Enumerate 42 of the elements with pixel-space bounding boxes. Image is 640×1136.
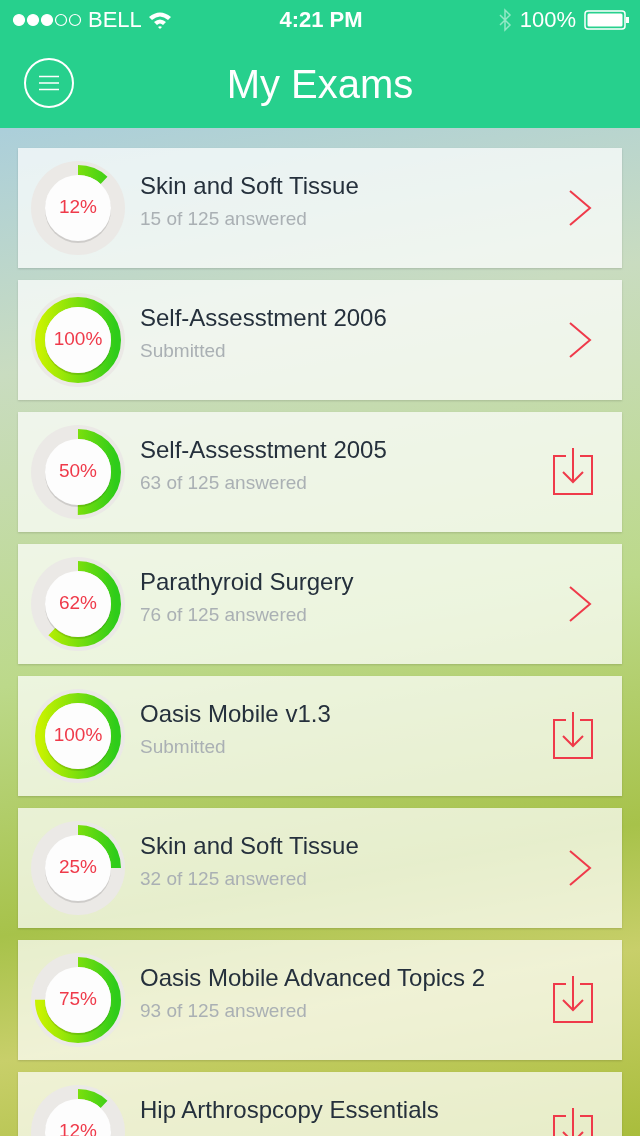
menu-button[interactable] [24, 58, 74, 108]
exam-card[interactable]: 25% Skin and Soft Tissue 32 of 125 answered [18, 808, 622, 928]
signal-icon [12, 13, 82, 27]
download-icon[interactable] [552, 712, 594, 760]
progress-percent: 50% [58, 460, 98, 482]
exam-title: Hip Arthrospcopy Essentials [140, 1096, 440, 1124]
exam-title: Skin and Soft Tissue [140, 832, 360, 860]
carrier-name: BELL [88, 7, 142, 33]
page-title: My Exams [226, 61, 414, 107]
exam-status: 76 of 125 answered [140, 604, 308, 626]
battery-percent: 100% [519, 7, 576, 33]
exam-title: Parathyroid Surgery [140, 568, 355, 596]
exam-card[interactable]: 75% Oasis Mobile Advanced Topics 2 93 of 125 answered [18, 940, 622, 1060]
exam-title: Skin and Soft Tissue [140, 172, 360, 200]
progress-percent: 100% [52, 328, 104, 350]
progress-percent: 62% [58, 592, 98, 614]
progress-percent: 75% [58, 988, 98, 1010]
exam-status: Submitted [140, 736, 227, 758]
menu-icon [38, 75, 60, 91]
exam-card[interactable]: 100% Self-Assesstment 2006 Submitted [18, 280, 622, 400]
exam-title: Self-Assesstment 2005 [140, 436, 388, 464]
exam-title: Oasis Mobile Advanced Topics 2 [140, 964, 487, 992]
exam-status: 15 of 125 answered [140, 208, 308, 230]
progress-percent: 12% [58, 196, 98, 218]
download-icon[interactable] [552, 448, 594, 496]
exam-status: Submitted [140, 340, 227, 362]
status-time: 4:21 PM [279, 7, 363, 33]
progress-percent: 100% [52, 724, 104, 746]
exam-status: 63 of 125 answered [140, 472, 308, 494]
battery-icon [584, 10, 630, 30]
exam-card[interactable]: 100% Oasis Mobile v1.3 Submitted [18, 676, 622, 796]
exam-title: Oasis Mobile v1.3 [140, 700, 332, 728]
exam-card[interactable]: 12% Skin and Soft Tissue 15 of 125 answered [18, 148, 622, 268]
exam-card[interactable]: 50% Self-Assesstment 2005 63 of 125 answered [18, 412, 622, 532]
download-icon[interactable] [552, 976, 594, 1024]
exam-status: 32 of 125 answered [140, 868, 308, 890]
exam-title: Self-Assesstment 2006 [140, 304, 388, 332]
exam-card[interactable]: 62% Parathyroid Surgery 76 of 125 answered [18, 544, 622, 664]
progress-percent: 25% [58, 856, 98, 878]
exam-status: 93 of 125 answered [140, 1000, 308, 1022]
bluetooth-icon [497, 8, 512, 32]
wifi-icon [147, 11, 172, 29]
